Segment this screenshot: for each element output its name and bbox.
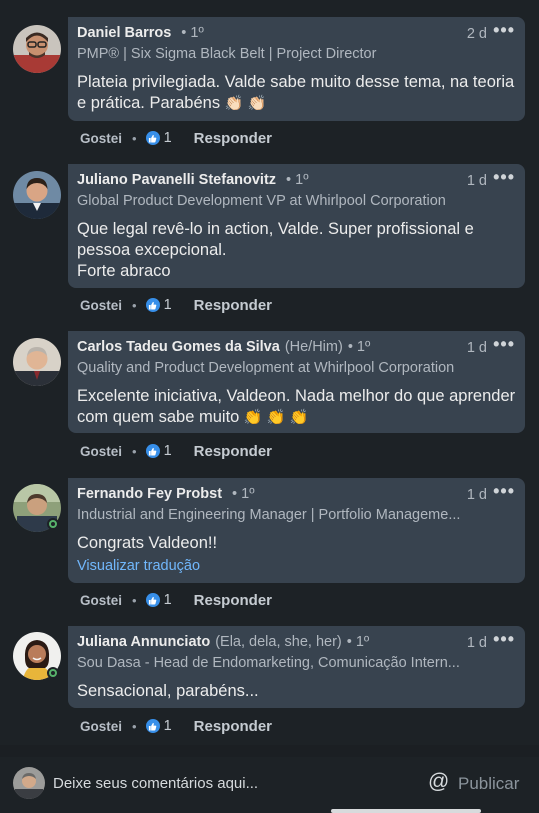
comment-body: Plateia privilegiada. Valde sabe muito d… xyxy=(77,73,515,112)
comment-input[interactable]: Deixe seus comentários aqui... xyxy=(53,775,258,792)
reaction-count[interactable]: 1 xyxy=(164,443,172,459)
comment-actions: Gostei • 1 Responder xyxy=(80,441,272,461)
at-sign-icon[interactable]: @ xyxy=(428,770,449,794)
comment-time: 1 d xyxy=(466,635,487,651)
like-thumb-icon[interactable] xyxy=(145,593,160,607)
commenter-pronouns: (Ela, dela, she, her) xyxy=(215,634,342,650)
reaction-count[interactable]: 1 xyxy=(164,297,172,313)
reply-button[interactable]: Responder xyxy=(194,297,272,314)
my-avatar xyxy=(13,767,45,799)
commenter-pronouns: (He/Him) xyxy=(284,339,343,355)
more-options-icon[interactable]: ••• xyxy=(493,20,515,41)
commenter-headline: PMP® | Six Sigma Black Belt | Project Di… xyxy=(77,46,377,62)
more-options-icon[interactable]: ••• xyxy=(493,334,515,355)
reaction-count[interactable]: 1 xyxy=(164,592,172,608)
reaction-count[interactable]: 1 xyxy=(164,130,172,146)
comment-bubble: Juliana Annunciato (Ela, dela, she, her)… xyxy=(68,626,525,708)
commenter-headline: Quality and Product Development at Whirl… xyxy=(77,360,455,376)
comment-bubble: Juliano Pavanelli Stefanovitz • 1º 1 d •… xyxy=(68,164,525,288)
reaction-count[interactable]: 1 xyxy=(164,718,172,734)
comment-actions: Gostei • 1 Responder xyxy=(80,590,272,610)
comment-actions: Gostei • 1 Responder xyxy=(80,716,272,736)
connection-degree: • 1º xyxy=(232,486,255,502)
commenter-headline: Sou Dasa - Head de Endomarketing, Comuni… xyxy=(77,655,460,671)
comment-bubble: Fernando Fey Probst • 1º 1 d ••• Industr… xyxy=(68,478,525,583)
comment-time: 2 d xyxy=(466,26,487,42)
separator-dot: • xyxy=(132,443,137,459)
comment-time: 1 d xyxy=(466,487,487,503)
comment-bubble: Carlos Tadeu Gomes da Silva (He/Him) • 1… xyxy=(68,331,525,433)
comment-time: 1 d xyxy=(466,173,487,189)
home-indicator xyxy=(331,809,481,813)
separator-dot: • xyxy=(132,718,137,734)
reply-button[interactable]: Responder xyxy=(194,443,272,460)
avatar[interactable] xyxy=(13,25,61,73)
view-translation-link[interactable]: Visualizar tradução xyxy=(77,558,516,574)
connection-degree: • 1º xyxy=(347,339,371,355)
like-button[interactable]: Gostei xyxy=(80,131,122,146)
separator-dot: • xyxy=(132,592,137,608)
online-status-icon xyxy=(47,518,59,530)
comment-text: Sensacional, parabéns... xyxy=(77,682,259,700)
like-button[interactable]: Gostei xyxy=(80,719,122,734)
commenter-headline: Industrial and Engineering Manager | Por… xyxy=(77,507,461,523)
comment-text: Excelente iniciativa, Valdeon. Nada melh… xyxy=(77,386,516,428)
commenter-name[interactable]: Juliano Pavanelli Stefanovitz xyxy=(77,172,276,188)
like-thumb-icon[interactable] xyxy=(145,131,160,145)
more-options-icon[interactable]: ••• xyxy=(493,629,515,650)
connection-degree: • 1º xyxy=(181,25,204,41)
like-button[interactable]: Gostei xyxy=(80,593,122,608)
comment-text: Que legal revê-lo in action, Valde. Supe… xyxy=(77,220,474,280)
commenter-name[interactable]: Carlos Tadeu Gomes da Silva xyxy=(77,339,280,355)
publish-button[interactable]: Publicar xyxy=(458,774,519,794)
comment-text: Congrats Valdeon!! xyxy=(77,534,218,552)
avatar[interactable] xyxy=(13,338,61,386)
clapping-hands-emoji: 👏🏻 👏🏻 xyxy=(224,95,267,112)
connection-degree: • 1º xyxy=(286,172,309,188)
comment-actions: Gostei • 1 Responder xyxy=(80,128,272,148)
comment-text: Plateia privilegiada. Valde sabe muito d… xyxy=(77,72,516,114)
more-options-icon[interactable]: ••• xyxy=(493,481,515,502)
separator-dot: • xyxy=(132,297,137,313)
separator-dot: • xyxy=(132,130,137,146)
comment-time: 1 d xyxy=(466,340,487,356)
avatar[interactable] xyxy=(13,171,61,219)
like-button[interactable]: Gostei xyxy=(80,444,122,459)
reply-button[interactable]: Responder xyxy=(194,718,272,735)
reply-button[interactable]: Responder xyxy=(194,592,272,609)
comments-feed: Daniel Barros • 1º 2 d ••• PMP® | Six Si… xyxy=(0,0,539,745)
more-options-icon[interactable]: ••• xyxy=(493,167,515,188)
comment-actions: Gostei • 1 Responder xyxy=(80,295,272,315)
commenter-name[interactable]: Fernando Fey Probst xyxy=(77,486,222,502)
like-thumb-icon[interactable] xyxy=(145,444,160,458)
commenter-headline: Global Product Development VP at Whirlpo… xyxy=(77,193,446,209)
commenter-name[interactable]: Daniel Barros xyxy=(77,25,171,41)
like-thumb-icon[interactable] xyxy=(145,719,160,733)
like-button[interactable]: Gostei xyxy=(80,298,122,313)
connection-degree: • 1º xyxy=(346,634,370,650)
comment-composer: Deixe seus comentários aqui... @ Publica… xyxy=(0,757,539,813)
commenter-name[interactable]: Juliana Annunciato xyxy=(77,634,210,650)
reply-button[interactable]: Responder xyxy=(194,130,272,147)
like-thumb-icon[interactable] xyxy=(145,298,160,312)
clapping-hands-emoji: 👏 👏 👏 xyxy=(243,409,309,426)
online-status-icon xyxy=(47,667,59,679)
comment-bubble: Daniel Barros • 1º 2 d ••• PMP® | Six Si… xyxy=(68,17,525,121)
